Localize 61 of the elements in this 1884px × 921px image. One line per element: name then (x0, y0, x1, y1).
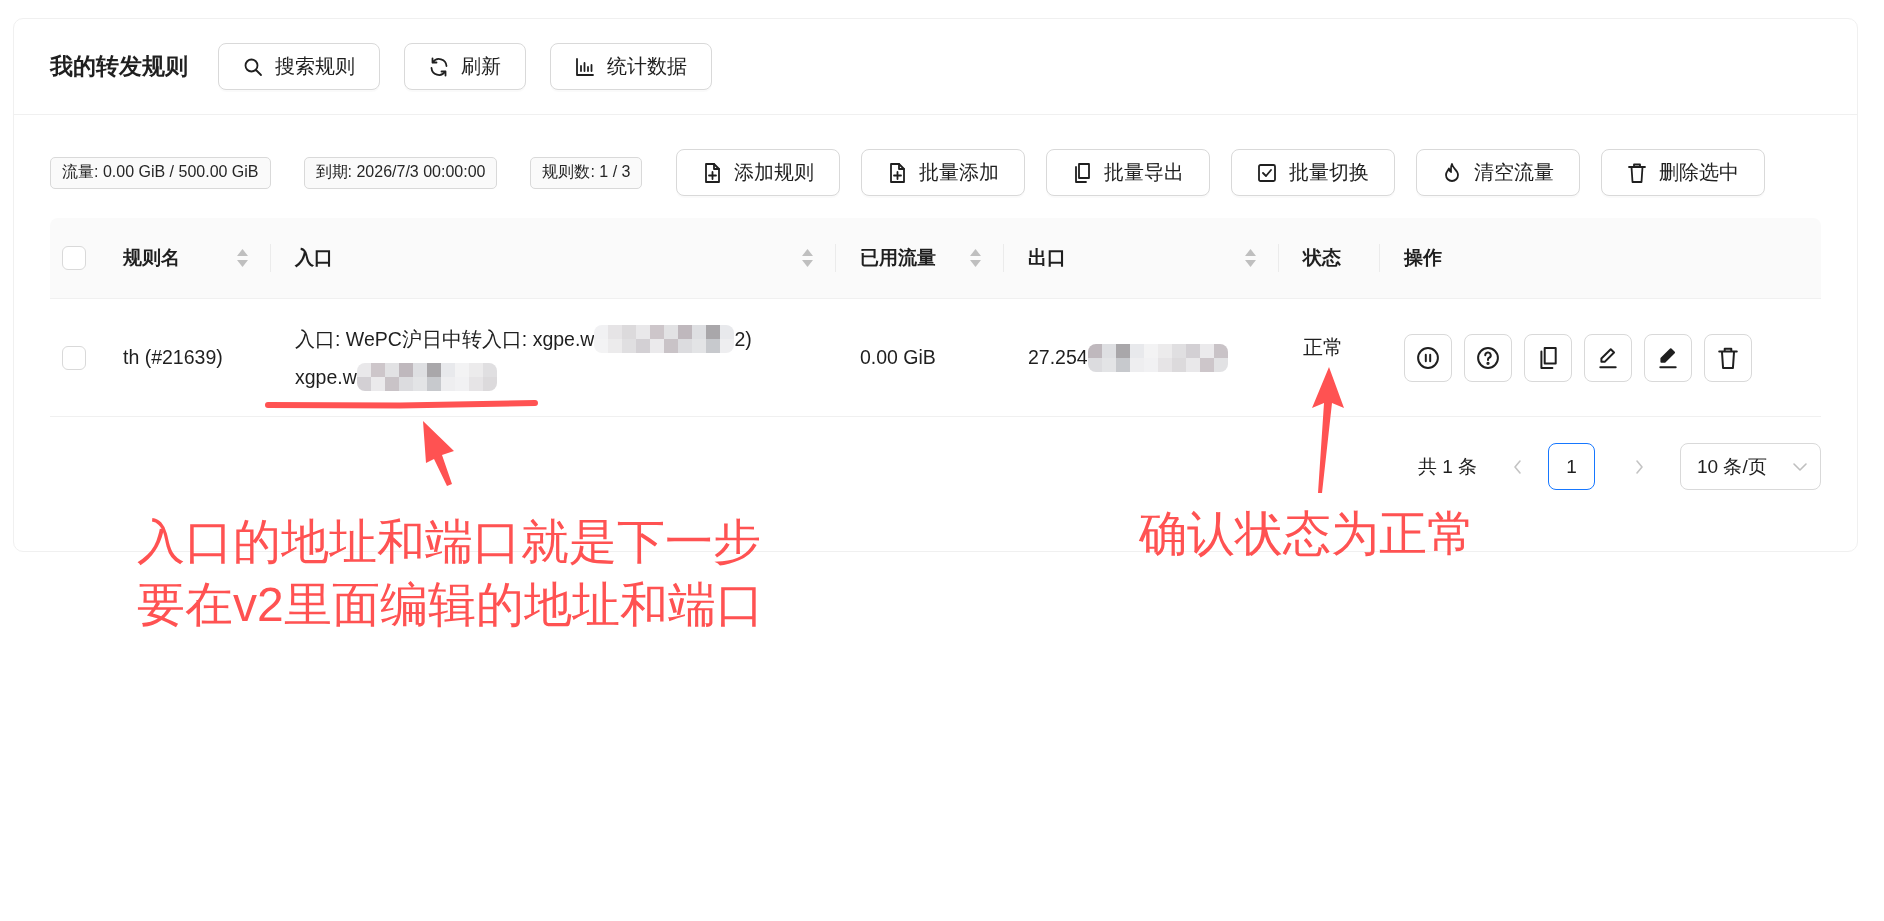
column-label: 规则名 (123, 246, 180, 270)
rule-name-text: th (#21639) (123, 346, 223, 368)
refresh-icon (429, 56, 449, 77)
stat-tag: 到期: 2026/7/3 00:00:00 (303, 156, 498, 189)
annotation-arrow (423, 421, 454, 486)
column-label: 状态 (1303, 246, 1341, 270)
column-label: 操作 (1404, 246, 1442, 270)
edit-button[interactable] (1644, 333, 1692, 382)
edit-button[interactable] (1584, 333, 1632, 382)
page-button[interactable]: 1 (1548, 443, 1595, 490)
stat-tag: 流量: 0.00 GiB / 500.00 GiB (50, 156, 271, 189)
copy-button[interactable] (1524, 333, 1572, 382)
batch-add-button[interactable]: 批量添加 (861, 149, 1026, 196)
page-title: 我的转发规则 (50, 52, 188, 81)
add-rule-button[interactable]: 添加规则 (676, 149, 841, 196)
delete-selected-button[interactable]: 删除选中 (1601, 149, 1766, 196)
annotation-text: 入口的地址和端口就是下一步 要在v2里面编辑的地址和端口 (137, 514, 764, 633)
address-text: xgpe.w (295, 364, 357, 390)
refresh-button[interactable]: 刷新 (404, 43, 526, 90)
address-text: 27.254 (1028, 346, 1088, 369)
batch-toggle-button[interactable]: 批量切换 (1231, 149, 1396, 196)
delete-button[interactable] (1704, 333, 1752, 382)
pause-circle-icon (1417, 346, 1439, 369)
file-plus-icon (702, 162, 723, 183)
chevron-down-icon (1792, 461, 1808, 472)
sort-icon[interactable] (1245, 249, 1256, 267)
chevron-right-icon (1633, 458, 1646, 475)
address-text: 入口: WePC沪日中转入口: xgpe.w (295, 326, 595, 352)
search-rules-button[interactable]: 搜索规则 (218, 43, 380, 90)
page-size-select[interactable]: 10 条/页 (1680, 443, 1821, 490)
pencil-icon (1597, 346, 1619, 369)
question-circle-icon (1477, 346, 1499, 369)
status-text: 正常 (1303, 336, 1343, 358)
bar-chart-icon (575, 56, 595, 77)
clear-traffic-button[interactable]: 清空流量 (1416, 149, 1581, 196)
column-label: 入口 (295, 246, 333, 270)
trash-icon (1717, 346, 1739, 369)
copy-icon (1072, 162, 1093, 183)
sort-icon[interactable] (802, 249, 813, 267)
address-text: 2) (734, 326, 752, 352)
column-label: 已用流量 (860, 246, 936, 270)
used-traffic-text: 0.00 GiB (860, 346, 936, 368)
annotation-text: 确认状态为正常 (1139, 506, 1475, 562)
select-all-checkbox[interactable] (62, 246, 86, 270)
pause-button[interactable] (1404, 333, 1452, 382)
file-plus-icon (887, 162, 908, 183)
sort-icon[interactable] (970, 249, 981, 267)
stat-tag: 规则数: 1 / 3 (530, 156, 643, 189)
chevron-left-icon (1511, 458, 1524, 475)
trash-icon (1627, 162, 1648, 183)
copy-icon (1537, 346, 1559, 369)
total-count-text: 共 1 条 (1417, 454, 1477, 479)
column-label: 出口 (1028, 246, 1066, 270)
pencil-solid-icon (1657, 346, 1679, 369)
batch-export-button[interactable]: 批量导出 (1046, 149, 1211, 196)
row-checkbox[interactable] (62, 345, 86, 370)
check-square-icon (1257, 162, 1278, 183)
help-button[interactable] (1464, 333, 1512, 382)
search-icon (243, 56, 263, 77)
statistics-button[interactable]: 统计数据 (550, 43, 712, 90)
sort-icon[interactable] (237, 249, 248, 267)
